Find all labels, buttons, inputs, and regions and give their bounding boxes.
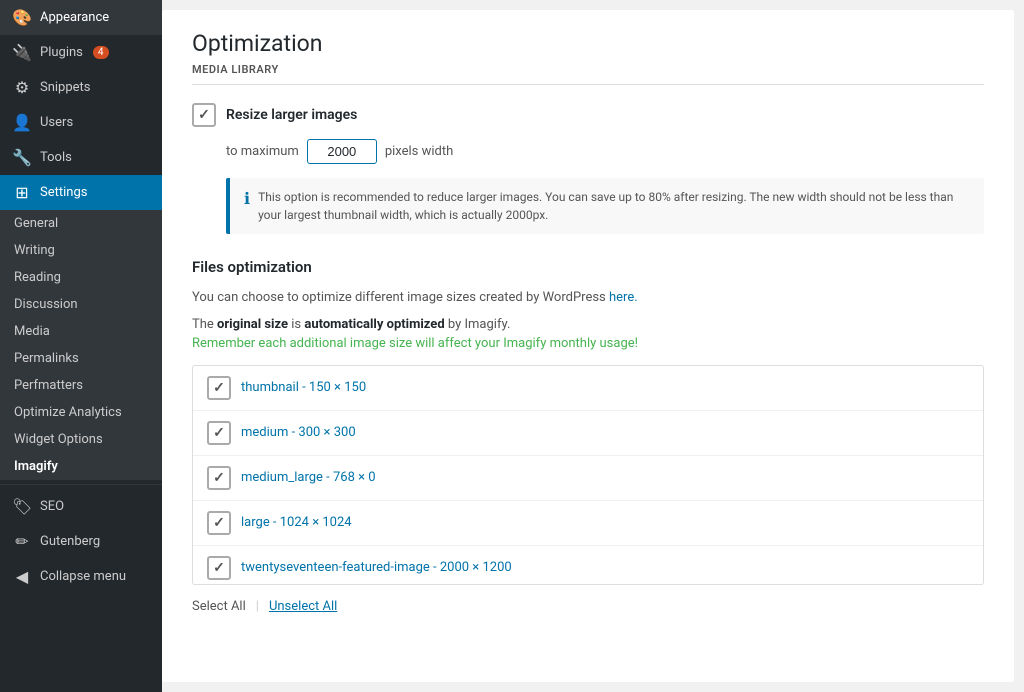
large-checkbox[interactable]: ✓ — [207, 511, 231, 535]
users-icon: 👤 — [12, 113, 32, 132]
section-label: MEDIA LIBRARY — [192, 63, 984, 85]
settings-icon: ⊞ — [12, 183, 32, 202]
sidebar-item-users[interactable]: 👤 Users — [0, 105, 162, 140]
page-title: Optimization — [192, 30, 984, 57]
check-icon: ✓ — [198, 107, 210, 123]
sidebar-item-label: Gutenberg — [40, 534, 100, 549]
image-size-label: twentyseventeen-featured-image - 2000 × … — [241, 560, 512, 575]
sidebar-item-label: Tools — [40, 150, 72, 165]
twentyseventeen-checkbox[interactable]: ✓ — [207, 556, 231, 580]
list-item: ✓ thumbnail - 150 × 150 — [193, 366, 983, 411]
medium-checkbox[interactable]: ✓ — [207, 421, 231, 445]
sidebar-sub-media[interactable]: Media — [0, 318, 162, 345]
collapse-label: Collapse menu — [40, 569, 126, 584]
info-text: This option is recommended to reduce lar… — [258, 188, 970, 224]
collapse-icon: ◀ — [12, 567, 32, 586]
sidebar-sub-general[interactable]: General — [0, 210, 162, 237]
check-icon: ✓ — [213, 380, 225, 396]
sidebar-sub-imagify[interactable]: Imagify — [0, 453, 162, 480]
sidebar-divider — [0, 484, 162, 485]
pixel-width-input[interactable] — [307, 139, 377, 164]
sidebar-item-label: Snippets — [40, 80, 91, 95]
sidebar-sub-optimize-analytics[interactable]: Optimize Analytics — [0, 399, 162, 426]
unselect-all-link[interactable]: Unselect All — [269, 599, 337, 614]
sidebar-item-label: Users — [40, 115, 73, 130]
files-desc1-text: You can choose to optimize different ima… — [192, 290, 609, 305]
sidebar-item-appearance[interactable]: 🎨 Appearance — [0, 0, 162, 35]
thumbnail-checkbox[interactable]: ✓ — [207, 376, 231, 400]
sidebar-sub-reading[interactable]: Reading — [0, 264, 162, 291]
select-all-label[interactable]: Select All — [192, 599, 246, 614]
sidebar-item-seo[interactable]: 🏷 SEO — [0, 489, 162, 524]
sidebar-item-label: Plugins — [40, 45, 83, 60]
auto-note: The original size is automatically optim… — [192, 317, 984, 332]
files-desc1: You can choose to optimize different ima… — [192, 288, 984, 309]
files-desc1-link[interactable]: here. — [609, 290, 638, 305]
settings-arrow-icon: ◀ — [139, 185, 150, 201]
resize-sub-row: to maximum pixels width — [226, 139, 984, 164]
imagify-monthly-note: Remember each additional image size will… — [192, 336, 984, 351]
resize-checkbox[interactable]: ✓ — [192, 103, 216, 127]
main-content: Optimization MEDIA LIBRARY ✓ Resize larg… — [162, 10, 1014, 682]
image-size-label: large - 1024 × 1024 — [241, 515, 352, 530]
resize-info-box: ℹ This option is recommended to reduce l… — [226, 178, 984, 234]
list-item: ✓ large - 1024 × 1024 — [193, 501, 983, 546]
files-section-title: Files optimization — [192, 258, 984, 276]
image-size-label: medium - 300 × 300 — [241, 425, 356, 440]
sidebar-item-label: SEO — [40, 499, 64, 514]
plugins-icon: 🔌 — [12, 43, 32, 62]
auto-optimized-text: automatically optimized — [304, 317, 444, 332]
list-item: ✓ medium - 300 × 300 — [193, 411, 983, 456]
sidebar-item-tools[interactable]: 🔧 Tools — [0, 140, 162, 175]
medium-large-checkbox[interactable]: ✓ — [207, 466, 231, 490]
select-row: Select All | Unselect All — [192, 599, 984, 614]
pixels-width-label: pixels width — [385, 144, 453, 159]
settings-submenu: General Writing Reading Discussion Media… — [0, 210, 162, 480]
check-icon: ✓ — [213, 425, 225, 441]
gutenberg-icon: ✏ — [12, 532, 32, 551]
info-icon: ℹ — [244, 189, 250, 208]
sidebar-item-gutenberg[interactable]: ✏ Gutenberg — [0, 524, 162, 559]
sidebar: 🎨 Appearance 🔌 Plugins 4 ⚙ Snippets 👤 Us… — [0, 0, 162, 692]
sidebar-sub-discussion[interactable]: Discussion — [0, 291, 162, 318]
image-size-label: medium_large - 768 × 0 — [241, 470, 376, 485]
resize-to-max-label: to maximum — [226, 144, 299, 159]
check-icon: ✓ — [213, 515, 225, 531]
sidebar-sub-widget-options[interactable]: Widget Options — [0, 426, 162, 453]
plugins-badge: 4 — [93, 46, 109, 59]
sidebar-item-collapse[interactable]: ◀ Collapse menu — [0, 559, 162, 594]
list-item: ✓ medium_large - 768 × 0 — [193, 456, 983, 501]
image-list-container: ✓ thumbnail - 150 × 150 ✓ medium - 300 ×… — [192, 365, 984, 585]
sidebar-item-settings[interactable]: ⊞ Settings ◀ — [0, 175, 162, 210]
appearance-icon: 🎨 — [12, 8, 32, 27]
sidebar-item-label: Settings — [40, 185, 87, 200]
list-item: ✓ twentyseventeen-featured-image - 2000 … — [193, 546, 983, 585]
resize-label: Resize larger images — [226, 107, 357, 123]
sidebar-sub-writing[interactable]: Writing — [0, 237, 162, 264]
snippets-icon: ⚙ — [12, 78, 32, 97]
seo-icon: 🏷 — [12, 497, 32, 516]
image-size-label: thumbnail - 150 × 150 — [241, 380, 366, 395]
original-size-text: original size — [217, 317, 288, 332]
sidebar-item-plugins[interactable]: 🔌 Plugins 4 — [0, 35, 162, 70]
sidebar-sub-perfmatters[interactable]: Perfmatters — [0, 372, 162, 399]
resize-row: ✓ Resize larger images — [192, 103, 984, 127]
check-icon: ✓ — [213, 470, 225, 486]
sidebar-item-label: Appearance — [40, 10, 109, 25]
sidebar-sub-permalinks[interactable]: Permalinks — [0, 345, 162, 372]
tools-icon: 🔧 — [12, 148, 32, 167]
pipe-divider: | — [256, 599, 259, 614]
sidebar-item-snippets[interactable]: ⚙ Snippets — [0, 70, 162, 105]
check-icon: ✓ — [213, 560, 225, 576]
